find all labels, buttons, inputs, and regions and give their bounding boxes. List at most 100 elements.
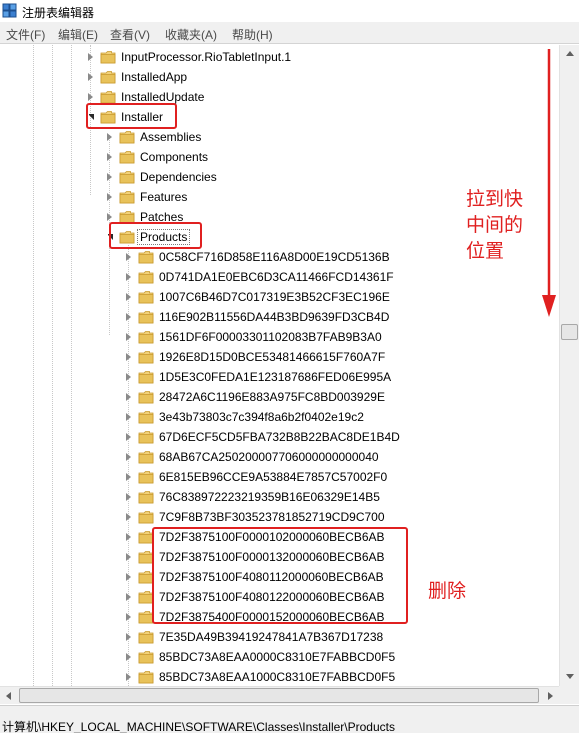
expand-arrow-icon[interactable] [126,313,131,321]
registry-icon [2,3,17,18]
expand-arrow-icon[interactable] [126,393,131,401]
expand-arrow-icon[interactable] [126,433,131,441]
folder-icon [119,130,135,144]
folder-icon [138,270,154,284]
expand-arrow-icon[interactable] [126,613,131,621]
tree-node[interactable]: InstalledApp [0,67,559,87]
tree-node[interactable]: 7C9F8B73BF303523781852719CD9C700 [0,507,559,527]
menu-view[interactable]: 查看(V) [110,26,150,43]
tree-node[interactable]: Dependencies [0,167,559,187]
tree-node-label: 7C9F8B73BF303523781852719CD9C700 [159,510,385,524]
highlight-delete-keys [152,527,408,624]
drag-note-line: 中间的 [466,214,524,236]
tree-node[interactable]: Components [0,147,559,167]
tree-node-label: 1926E8D15D0BCE53481466615F760A7F [159,350,386,364]
expand-arrow-icon[interactable] [126,353,131,361]
folder-icon [138,390,154,404]
scrollbar-corner [559,686,579,704]
tree-node[interactable]: 3e43b73803c7c394f8a6b2f0402e19c2 [0,407,559,427]
expand-arrow-icon[interactable] [126,333,131,341]
tree-node[interactable]: 7E35DA49B39419247841A7B367D17238 [0,627,559,647]
tree-node[interactable]: 85BDC73A8EAA0000C8310E7FABBCD0F5 [0,647,559,667]
expand-arrow-icon[interactable] [126,373,131,381]
window-title: 注册表编辑器 [22,6,95,20]
expand-arrow-icon[interactable] [126,493,131,501]
expand-arrow-icon[interactable] [126,413,131,421]
horizontal-scroll-thumb[interactable] [19,688,539,703]
expand-arrow-icon[interactable] [126,573,131,581]
folder-icon [138,630,154,644]
folder-icon [138,290,154,304]
expand-arrow-icon[interactable] [88,93,93,101]
menu-favorites[interactable]: 收藏夹(A) [165,26,217,43]
expand-arrow-icon[interactable] [107,133,112,141]
drag-note-line: 拉到快 [466,188,524,210]
expand-arrow-icon[interactable] [126,453,131,461]
tree-node-label: Dependencies [140,170,217,184]
tree-node[interactable]: InputProcessor.RioTabletInput.1 [0,47,559,67]
title-bar: 注册表编辑器 [0,0,579,22]
tree-node[interactable]: 116E902B11556DA44B3BD9639FD3CB4D [0,307,559,327]
menu-edit[interactable]: 编辑(E) [58,26,98,43]
menu-file[interactable]: 文件(F) [6,26,45,43]
expand-arrow-icon[interactable] [126,273,131,281]
expand-arrow-icon[interactable] [126,653,131,661]
arrow-right-icon [548,692,553,700]
tree-node[interactable]: 67D6ECF5CD5FBA732B8B22BAC8DE1B4D [0,427,559,447]
expand-arrow-icon[interactable] [126,473,131,481]
expand-arrow-icon[interactable] [126,253,131,261]
tree-node[interactable]: 68AB67CA250200007706000000000040 [0,447,559,467]
arrow-down-icon [566,674,574,679]
tree-node-label: InputProcessor.RioTabletInput.1 [121,50,292,64]
expand-arrow-icon[interactable] [126,533,131,541]
expand-arrow-icon[interactable] [126,553,131,561]
tree-node-label: 68AB67CA250200007706000000000040 [159,450,379,464]
folder-icon [119,150,135,164]
expand-arrow-icon[interactable] [88,73,93,81]
highlight-installer [86,103,177,129]
tree-node[interactable]: InstalledUpdate [0,87,559,107]
expand-arrow-icon[interactable] [126,513,131,521]
expand-arrow-icon[interactable] [107,153,112,161]
folder-icon [138,410,154,424]
tree-node[interactable]: 28472A6C1196E883A975FC8BD003929E [0,387,559,407]
folder-icon [119,190,135,204]
arrow-up-icon [566,51,574,56]
tree-node[interactable]: Assemblies [0,127,559,147]
expand-arrow-icon[interactable] [107,213,112,221]
scroll-left-button[interactable] [0,687,18,704]
expand-arrow-icon[interactable] [126,593,131,601]
expand-arrow-icon[interactable] [126,293,131,301]
folder-icon [138,310,154,324]
tree-node-label: InstalledApp [121,70,188,84]
horizontal-scrollbar[interactable] [0,686,559,704]
tree-node[interactable]: 6E815EB96CCE9A53884E7857C57002F0 [0,467,559,487]
scroll-up-button[interactable] [560,45,579,62]
menu-help[interactable]: 帮助(H) [232,26,273,43]
folder-icon [138,670,154,684]
tree-node[interactable]: 76C838972223219359B16E06329E14B5 [0,487,559,507]
tree-node[interactable]: 1561DF6F00003301102083B7FAB9B3A0 [0,327,559,347]
tree-node-label: 1D5E3C0FEDA1E123187686FED06E995A [159,370,392,384]
expand-arrow-icon[interactable] [107,173,112,181]
expand-arrow-icon[interactable] [88,53,93,61]
folder-icon [138,250,154,264]
tree-node[interactable]: 1007C6B46D7C017319E3B52CF3EC196E [0,287,559,307]
tree-node[interactable]: 85BDC73A8EAA1000C8310E7FABBCD0F5 [0,667,559,686]
tree-node[interactable]: 0D741DA1E0EBC6D3CA11466FCD14361F [0,267,559,287]
tree-node-label: 6E815EB96CCE9A53884E7857C57002F0 [159,470,388,484]
expand-arrow-icon[interactable] [107,193,112,201]
highlight-products [109,222,202,249]
tree-node-label: 85BDC73A8EAA1000C8310E7FABBCD0F5 [159,670,396,684]
scroll-down-button[interactable] [560,668,579,685]
vertical-scroll-thumb[interactable] [561,324,578,340]
drag-down-arrow-icon [542,49,556,317]
tree-node-label: Features [140,190,188,204]
vertical-scrollbar[interactable] [559,45,579,686]
expand-arrow-icon[interactable] [126,633,131,641]
expand-arrow-icon[interactable] [126,673,131,681]
tree-node[interactable]: 1926E8D15D0BCE53481466615F760A7F [0,347,559,367]
tree-node[interactable]: Installer [0,107,559,127]
tree-node[interactable]: 1D5E3C0FEDA1E123187686FED06E995A [0,367,559,387]
scroll-right-button[interactable] [540,687,558,704]
